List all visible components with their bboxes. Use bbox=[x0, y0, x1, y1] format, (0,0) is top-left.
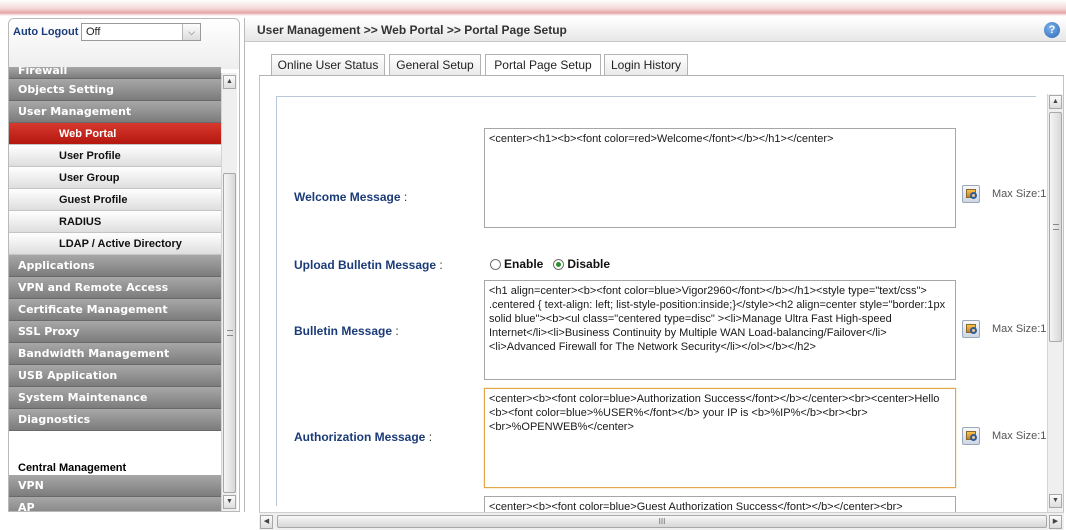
sidebar-item-ssl-proxy[interactable]: SSL Proxy bbox=[9, 321, 221, 343]
upload-bulletin-radio-group: Enable Disable bbox=[490, 257, 610, 271]
sidebar-item-user-profile[interactable]: User Profile bbox=[9, 145, 221, 167]
sidebar-menu: Firewall Objects Setting User Management… bbox=[9, 67, 221, 511]
auto-logout-bar: Auto Logout : Off ⌵ bbox=[9, 19, 239, 69]
disable-radio[interactable]: Disable bbox=[553, 257, 610, 271]
sidebar-item-ldap[interactable]: LDAP / Active Directory bbox=[9, 233, 221, 255]
scroll-right-icon[interactable]: ▶ bbox=[1049, 515, 1062, 529]
radio-on-icon[interactable] bbox=[553, 259, 565, 270]
horizontal-scrollbar[interactable]: ◀ III ▶ bbox=[259, 512, 1064, 530]
auto-logout-value: Off bbox=[86, 26, 101, 38]
welcome-message-textarea[interactable]: <center><h1><b><font color=red>Welcome</… bbox=[484, 128, 956, 228]
enable-label: Enable bbox=[504, 257, 544, 271]
portal-page-panel: Welcome Message : <center><h1><b><font c… bbox=[259, 76, 1064, 512]
welcome-message-label: Welcome Message : bbox=[294, 190, 408, 204]
welcome-preview-icon[interactable] bbox=[962, 185, 980, 203]
scroll-down-icon[interactable]: ▼ bbox=[223, 495, 236, 509]
auto-logout-label: Auto Logout : bbox=[13, 26, 85, 38]
chevron-down-icon[interactable]: ⌵ bbox=[182, 24, 200, 40]
tab-general-setup[interactable]: General Setup bbox=[389, 54, 481, 76]
sidebar-spacer bbox=[9, 431, 221, 461]
authorization-max-size: Max Size:1 bbox=[992, 430, 1047, 442]
sidebar-item-vpn[interactable]: VPN bbox=[9, 475, 221, 497]
sidebar-item-guest-profile[interactable]: Guest Profile bbox=[9, 189, 221, 211]
bulletin-message-textarea[interactable]: <h1 align=center><b><font color=blue>Vig… bbox=[484, 280, 956, 380]
main-content: User Management >> Web Portal >> Portal … bbox=[244, 18, 1066, 530]
sidebar: Auto Logout : Off ⌵ Firewall Objects Set… bbox=[8, 18, 240, 512]
disable-label: Disable bbox=[567, 257, 611, 271]
guest-authorization-textarea[interactable]: <center><b><font color=blue>Guest Author… bbox=[484, 496, 956, 512]
sidebar-item-diagnostics[interactable]: Diagnostics bbox=[9, 409, 221, 431]
panel-scroll-thumb[interactable] bbox=[1049, 112, 1062, 342]
sidebar-item-bandwidth-management[interactable]: Bandwidth Management bbox=[9, 343, 221, 365]
bulletin-preview-icon[interactable] bbox=[962, 320, 980, 338]
top-banner bbox=[0, 0, 1066, 16]
sidebar-item-ap[interactable]: AP bbox=[9, 497, 221, 511]
radio-off-icon[interactable] bbox=[490, 259, 501, 270]
bulletin-max-size: Max Size:1 bbox=[992, 323, 1047, 335]
panel-scrollbar[interactable]: ▲ ▼ bbox=[1047, 94, 1063, 512]
sidebar-scrollbar[interactable]: ▲ ▼ bbox=[221, 73, 237, 511]
breadcrumb: User Management >> Web Portal >> Portal … bbox=[245, 18, 1066, 42]
welcome-max-size: Max Size:1 bbox=[992, 188, 1047, 200]
central-management-heading: Central Management bbox=[9, 461, 221, 475]
tab-portal-page-setup[interactable]: Portal Page Setup bbox=[485, 54, 601, 77]
horizontal-scroll-thumb[interactable]: III bbox=[277, 515, 1047, 528]
panel-scroll-up-icon[interactable]: ▲ bbox=[1049, 95, 1062, 109]
sidebar-item-usb-application[interactable]: USB Application bbox=[9, 365, 221, 387]
sidebar-item-system-maintenance[interactable]: System Maintenance bbox=[9, 387, 221, 409]
sidebar-item-radius[interactable]: RADIUS bbox=[9, 211, 221, 233]
authorization-message-textarea[interactable]: <center><b><font color=blue>Authorizatio… bbox=[484, 388, 956, 488]
tab-login-history[interactable]: Login History bbox=[604, 54, 688, 76]
tab-online-user-status[interactable]: Online User Status bbox=[271, 54, 385, 76]
enable-radio[interactable]: Enable bbox=[490, 257, 543, 271]
sidebar-item-firewall[interactable]: Firewall bbox=[9, 67, 221, 79]
scroll-left-icon[interactable]: ◀ bbox=[260, 515, 273, 529]
panel-scroll-down-icon[interactable]: ▼ bbox=[1049, 494, 1062, 508]
sidebar-item-applications[interactable]: Applications bbox=[9, 255, 221, 277]
auto-logout-select[interactable]: Off ⌵ bbox=[81, 23, 201, 41]
bulletin-message-label: Bulletin Message : bbox=[294, 324, 399, 338]
authorization-preview-icon[interactable] bbox=[962, 427, 980, 445]
sidebar-item-user-management[interactable]: User Management bbox=[9, 101, 221, 123]
authorization-message-label: Authorization Message : bbox=[294, 430, 433, 444]
upload-bulletin-label: Upload Bulletin Message : bbox=[294, 258, 443, 272]
help-icon[interactable]: ? bbox=[1044, 22, 1060, 38]
sidebar-item-certificate-management[interactable]: Certificate Management bbox=[9, 299, 221, 321]
sidebar-item-vpn-remote-access[interactable]: VPN and Remote Access bbox=[9, 277, 221, 299]
sidebar-item-web-portal[interactable]: Web Portal bbox=[9, 123, 221, 145]
page-title: User Management >> Web Portal >> Portal … bbox=[257, 23, 567, 37]
sidebar-item-objects-setting[interactable]: Objects Setting bbox=[9, 79, 221, 101]
scroll-up-icon[interactable]: ▲ bbox=[223, 75, 236, 89]
sidebar-item-user-group[interactable]: User Group bbox=[9, 167, 221, 189]
sidebar-scroll-thumb[interactable] bbox=[223, 173, 236, 493]
